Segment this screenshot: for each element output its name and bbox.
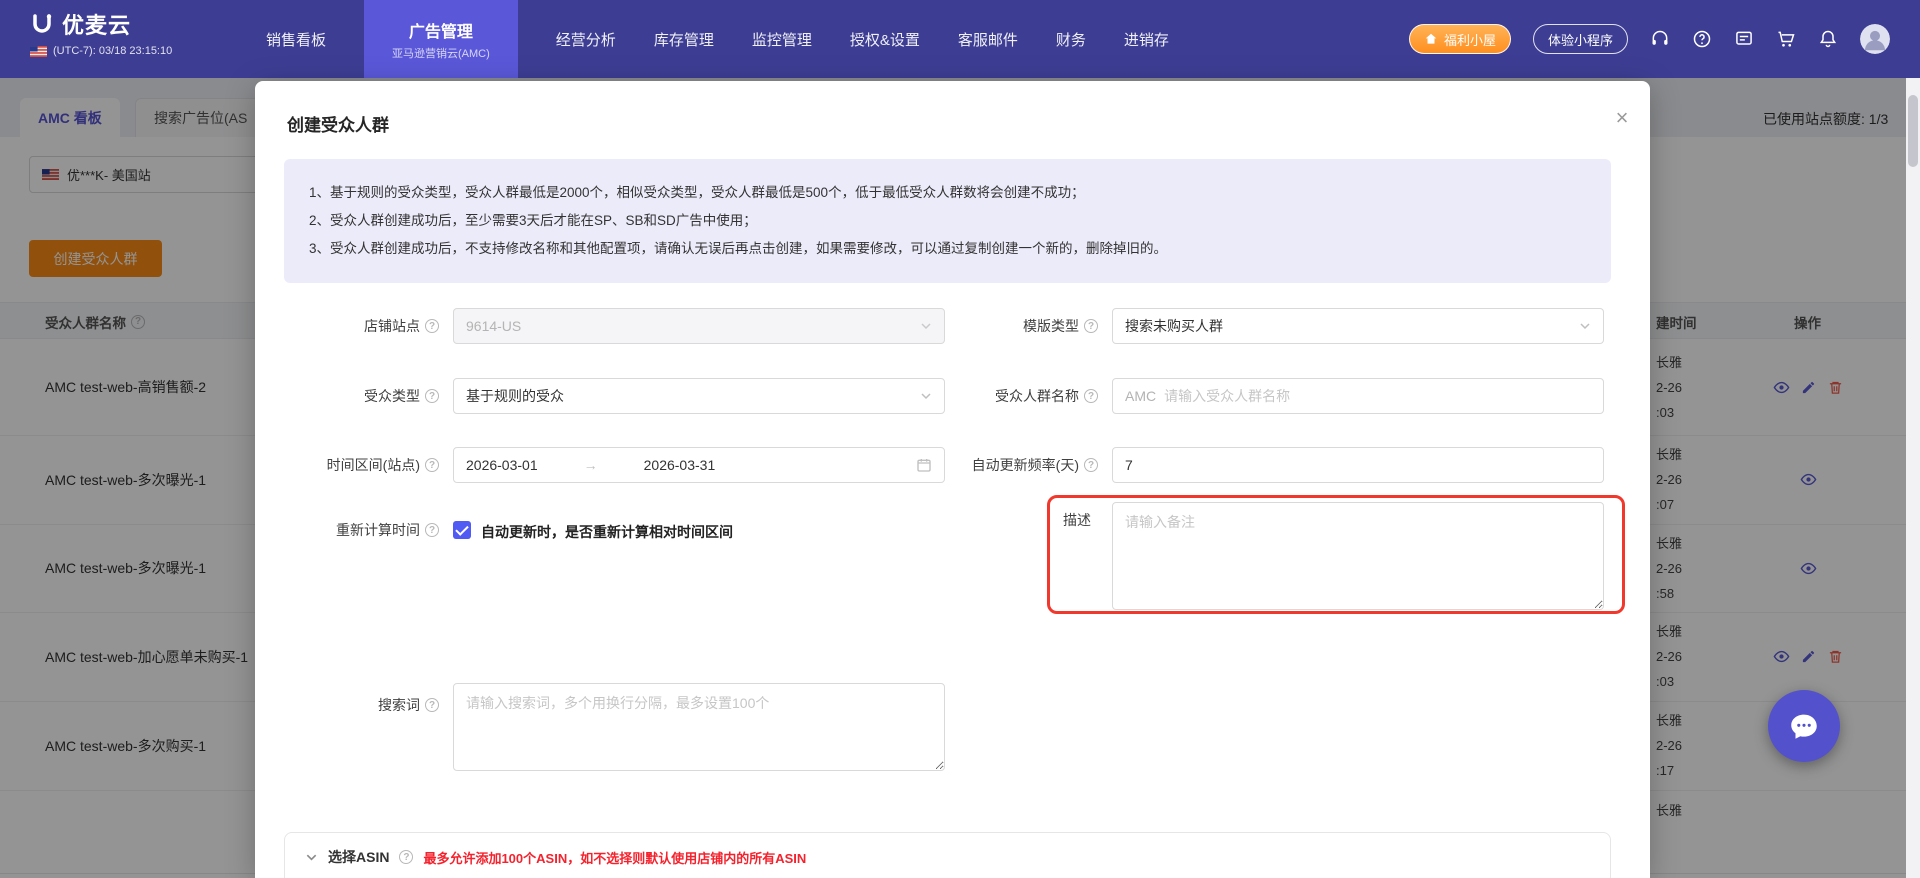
timezone-clock: (UTC-7): 03/18 23:15:10 (30, 45, 172, 57)
nav-item-sales-dashboard[interactable]: 销售看板 (266, 0, 326, 78)
help-circle-icon[interactable] (1692, 29, 1712, 49)
arrow-right-icon: → (583, 457, 598, 473)
nav-item-sublabel: 亚马逊营销云(AMC) (392, 47, 490, 60)
template-type-label: 模版类型? (918, 308, 1098, 344)
help-icon: ? (1084, 319, 1098, 333)
range-end-date[interactable]: 2026-03-31 (644, 457, 716, 473)
audience-name-prefix: AMC (1125, 388, 1157, 404)
search-terms-textarea[interactable] (453, 683, 945, 771)
audience-name-placeholder: 请输入受众人群名称 (1164, 388, 1291, 404)
logo-icon (33, 14, 52, 33)
range-start-date[interactable]: 2026-03-01 (466, 457, 538, 473)
audience-type-select[interactable]: 基于规则的受众 (453, 378, 945, 414)
nav-item-ad-management[interactable]: 广告管理 亚马逊营销云(AMC) (364, 0, 518, 78)
nav-item-erp[interactable]: 进销存 (1124, 0, 1169, 78)
main-nav: 销售看板 广告管理 亚马逊营销云(AMC) 经营分析 库存管理 监控管理 授权&… (266, 0, 1169, 78)
recalc-time-label: 重新计算时间? (259, 512, 439, 548)
help-icon: ? (425, 458, 439, 472)
chevron-down-icon (1579, 320, 1591, 332)
date-range-picker[interactable]: 2026-03-01 → 2026-03-31 (453, 447, 945, 483)
customer-service-icon[interactable] (1650, 29, 1670, 49)
house-icon (1425, 33, 1437, 44)
asin-section-hint: 最多允许添加100个ASIN，如不选择则默认使用店铺内的所有ASIN (423, 850, 807, 866)
notice-box: 1、基于规则的受众类型，受众人群最低是2000个，相似受众类型，受众人群最低是5… (284, 159, 1611, 283)
search-terms-label: 搜索词? (279, 693, 439, 717)
header-actions: 福利小屋 体验小程序 (1408, 0, 1890, 78)
logo-text: 优麦云 (62, 13, 132, 38)
nav-item-customer-email[interactable]: 客服邮件 (958, 0, 1018, 78)
nav-item-finance[interactable]: 财务 (1056, 0, 1086, 78)
notice-line: 2、受众人群创建成功后，至少需要3天后才能在SP、SB和SD广告中使用； (309, 213, 757, 228)
welfare-label: 福利小屋 (1443, 32, 1496, 48)
app-logo[interactable]: 优麦云 (30, 8, 172, 40)
mini-program-button[interactable]: 体验小程序 (1532, 24, 1628, 54)
chevron-down-icon (306, 854, 317, 861)
modal-title: 创建受众人群 (287, 116, 389, 135)
nav-item-auth-settings[interactable]: 授权&设置 (850, 0, 920, 78)
top-nav-bar: 优麦云 (UTC-7): 03/18 23:15:10 销售看板 广告管理 亚马… (0, 0, 1920, 78)
help-icon: ? (425, 389, 439, 403)
shop-site-select[interactable]: 9614-US (453, 308, 945, 344)
help-icon: ? (1084, 389, 1098, 403)
chat-bubble-icon (1791, 714, 1817, 739)
description-textarea[interactable] (1112, 502, 1604, 610)
nav-item-business-analysis[interactable]: 经营分析 (556, 0, 616, 78)
create-audience-modal: 创建受众人群 × 1、基于规则的受众类型，受众人群最低是2000个，相似受众类型… (255, 81, 1650, 878)
notice-line: 1、基于规则的受众类型，受众人群最低是2000个，相似受众类型，受众人群最低是5… (309, 185, 1085, 200)
nav-item-label: 广告管理 (408, 23, 473, 41)
welfare-house-button[interactable]: 福利小屋 (1408, 24, 1511, 54)
update-frequency-input[interactable] (1112, 447, 1604, 483)
us-flag-icon (30, 45, 47, 57)
asin-section-header[interactable]: 选择ASIN ? 最多允许添加100个ASIN，如不选择则默认使用店铺内的所有A… (285, 833, 1610, 878)
update-frequency-label: 自动更新频率(天)? (918, 447, 1098, 483)
datetime-text: (UTC-7): 03/18 23:15:10 (53, 45, 173, 57)
chat-support-button[interactable] (1768, 690, 1840, 762)
scrollbar-track[interactable] (1906, 78, 1920, 878)
recalc-checkbox-text: 自动更新时，是否重新计算相对时间区间 (481, 524, 733, 540)
template-type-select[interactable]: 搜索未购买人群 (1112, 308, 1604, 344)
audience-name-input[interactable]: AMC 请输入受众人群名称 (1112, 378, 1604, 414)
description-label: 描述 (1063, 512, 1091, 528)
logo-block: 优麦云 (UTC-7): 03/18 23:15:10 (30, 8, 172, 57)
miniapp-label: 体验小程序 (1547, 32, 1613, 48)
nav-item-inventory[interactable]: 库存管理 (654, 0, 714, 78)
help-icon: ? (425, 523, 439, 537)
user-avatar[interactable] (1860, 24, 1890, 54)
help-icon: ? (425, 698, 439, 712)
help-icon: ? (399, 850, 414, 864)
scrollbar-thumb[interactable] (1908, 95, 1918, 167)
help-icon: ? (425, 319, 439, 333)
notice-line: 3、受众人群创建成功后，不支持修改名称和其他配置项，请确认无误后再点击创建，如果… (309, 241, 1168, 256)
bell-icon[interactable] (1818, 29, 1838, 49)
help-icon: ? (1084, 458, 1098, 472)
feedback-icon[interactable] (1734, 29, 1754, 49)
nav-item-monitoring[interactable]: 监控管理 (752, 0, 812, 78)
asin-section-title: 选择ASIN (328, 849, 390, 865)
close-icon[interactable]: × (1607, 103, 1637, 133)
shop-site-label: 店铺站点? (259, 308, 439, 344)
cart-icon[interactable] (1776, 29, 1796, 49)
time-range-label: 时间区间(站点)? (259, 447, 439, 483)
asin-section: 选择ASIN ? 最多允许添加100个ASIN，如不选择则默认使用店铺内的所有A… (284, 832, 1611, 878)
audience-type-label: 受众类型? (259, 378, 439, 414)
recalc-checkbox[interactable] (453, 521, 471, 539)
audience-name-label: 受众人群名称? (918, 378, 1098, 414)
